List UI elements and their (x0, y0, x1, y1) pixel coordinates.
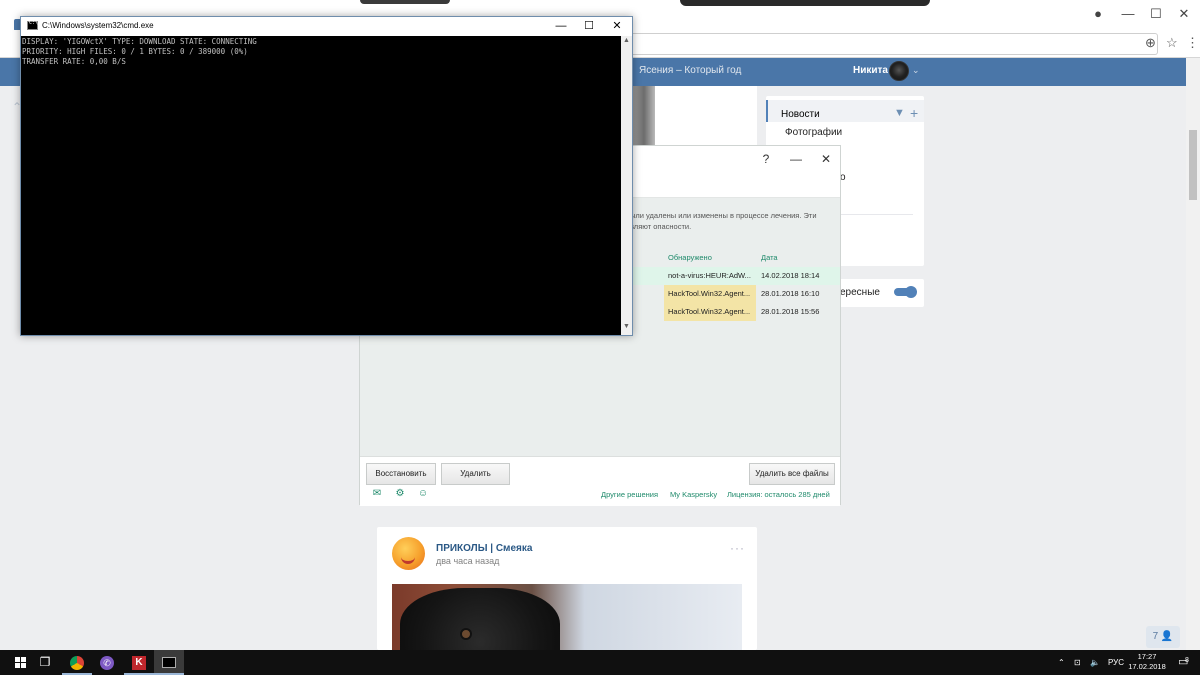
table-row[interactable]: HackTool.Win32.Agent... 28.01.2018 15:56 (622, 303, 840, 321)
account-icon[interactable]: ● (1088, 6, 1108, 22)
date-cell: 14.02.2018 18:14 (761, 271, 820, 280)
clock[interactable]: 17:27 17.02.2018 (1128, 652, 1166, 672)
my-kaspersky-link[interactable]: My Kaspersky (670, 490, 717, 499)
post-image-fragment (633, 86, 655, 146)
console-line: DISPLAY: 'YIGOWctX' TYPE: DOWNLOAD STATE… (22, 37, 257, 46)
chrome-taskbar-icon[interactable] (62, 650, 92, 675)
background-photo-fragment (360, 0, 450, 4)
dog-photo (400, 588, 560, 650)
volume-icon[interactable]: 🔈 (1090, 650, 1100, 675)
friends-online-badge[interactable]: 7 👤 (1146, 626, 1180, 648)
more-options-icon[interactable]: ··· (730, 541, 745, 555)
filter-icon[interactable]: ▼ (894, 107, 905, 119)
date-cell: 28.01.2018 16:10 (761, 289, 820, 298)
console-line: PRIORITY: HIGH FILES: 0 / 1 BYTES: 0 / 3… (22, 47, 248, 56)
plus-icon[interactable]: + (910, 105, 918, 121)
task-view-icon[interactable]: ❐ (30, 650, 60, 675)
scrollbar-thumb[interactable] (1189, 130, 1197, 200)
show-hidden-icons-icon[interactable]: ⌃ (1058, 650, 1065, 675)
cmd-taskbar-icon[interactable] (154, 650, 184, 675)
cmd-app-icon (27, 20, 38, 30)
windows-logo-icon (15, 657, 26, 668)
delete-all-button[interactable]: Удалить все файлы (749, 463, 835, 485)
minimize-button[interactable]: — (547, 18, 575, 34)
network-icon[interactable]: ⊡ (1074, 650, 1081, 675)
scroll-up-icon[interactable]: ▲ (623, 37, 630, 44)
menu-item-news[interactable]: Новости ▼ + (766, 100, 924, 122)
mail-icon[interactable]: ✉ (371, 488, 383, 500)
table-row[interactable]: HackTool.Win32.Agent... 28.01.2018 16:10 (622, 285, 840, 303)
table-row[interactable]: not-a-virus:HEUR:AdW... 14.02.2018 18:14 (622, 267, 840, 285)
kaspersky-footer: Восстановить Удалить Удалить все файлы ✉… (360, 456, 840, 506)
notification-count: 8 (1185, 657, 1189, 664)
column-header-date[interactable]: Дата (761, 253, 778, 262)
post-image[interactable] (392, 584, 742, 650)
chrome-menu-icon[interactable]: ⋮ (1186, 35, 1199, 51)
feed-post: ПРИКОЛЫ | Смеяка два часа назад ··· (377, 527, 757, 650)
restore-button[interactable]: Восстановить (366, 463, 436, 485)
post-timestamp[interactable]: два часа назад (436, 556, 499, 566)
kaspersky-taskbar-icon[interactable]: K (124, 650, 154, 675)
background-photo-fragment (680, 0, 930, 6)
now-playing[interactable]: Ясения – Который год (639, 65, 741, 76)
menu-item-news-label: Новости (781, 109, 820, 120)
language-indicator[interactable]: РУС (1108, 650, 1124, 675)
start-button[interactable] (3, 650, 33, 675)
scroll-down-icon[interactable]: ▼ (623, 323, 630, 330)
toggle-label: ересные (840, 287, 880, 298)
license-link[interactable]: Лицензия: осталось 285 дней (727, 490, 830, 499)
detected-cell: HackTool.Win32.Agent... (664, 285, 756, 303)
bookmark-star-icon[interactable]: ☆ (1166, 35, 1178, 51)
description-line: вляют опасности. (630, 222, 692, 231)
date-cell: 28.01.2018 15:56 (761, 307, 820, 316)
window-title: C:\Windows\system32\cmd.exe (42, 21, 154, 30)
post-author[interactable]: ПРИКОЛЫ | Смеяка (436, 543, 532, 554)
support-icon[interactable]: ☺ (417, 488, 429, 500)
console-scrollbar[interactable]: ▲ ▼ (621, 36, 632, 335)
column-header-detected[interactable]: Обнаружено (668, 253, 712, 262)
menu-item-photos[interactable]: Фотографии (785, 127, 842, 138)
help-button[interactable]: ? (756, 152, 776, 168)
viber-taskbar-icon[interactable]: ✆ (92, 650, 122, 675)
maximize-button[interactable]: ☐ (575, 18, 603, 34)
delete-button[interactable]: Удалить (441, 463, 510, 485)
minimize-button[interactable]: — (1118, 6, 1138, 22)
close-button[interactable]: ✕ (1174, 6, 1194, 22)
maximize-button[interactable]: ☐ (1146, 6, 1166, 22)
user-name[interactable]: Никита (853, 65, 888, 76)
dog-eye (460, 628, 472, 640)
console-output[interactable]: DISPLAY: 'YIGOWctX' TYPE: DOWNLOAD STATE… (21, 36, 621, 335)
close-button[interactable]: ✕ (603, 18, 631, 34)
detected-cell: not-a-virus:HEUR:AdW... (664, 267, 756, 285)
chevron-down-icon[interactable]: ⌄ (912, 65, 920, 76)
avatar[interactable] (889, 61, 909, 81)
console-line: TRANSFER RATE: 0,00 B/S (22, 57, 126, 66)
panel-spacer (360, 446, 840, 456)
other-solutions-link[interactable]: Другие решения (601, 490, 658, 499)
close-button[interactable]: ✕ (816, 152, 836, 168)
clock-time: 17:27 (1137, 652, 1157, 661)
settings-icon[interactable]: ⚙ (394, 488, 406, 500)
description-line: ыли удалены или изменены в процессе лече… (630, 211, 817, 220)
page-scrollbar[interactable] (1186, 58, 1200, 650)
community-avatar[interactable] (392, 537, 425, 570)
quarantine-description: ыли удалены или изменены в процессе лече… (630, 210, 835, 232)
cmd-titlebar[interactable]: C:\Windows\system32\cmd.exe — ☐ ✕ (21, 17, 632, 36)
detected-cell: HackTool.Win32.Agent... (664, 303, 756, 321)
windows-taskbar: ❐ ✆ K ⌃ ⊡ 🔈 РУС 17:27 17.02.2018 ▭ 8 (0, 650, 1200, 675)
interesting-toggle[interactable] (894, 286, 917, 298)
minimize-button[interactable]: — (786, 152, 806, 168)
clock-date: 17.02.2018 (1128, 662, 1166, 671)
zoom-icon[interactable]: ⊕ (1145, 35, 1156, 51)
omnibox-input[interactable] (630, 33, 1158, 55)
cmd-window: C:\Windows\system32\cmd.exe — ☐ ✕ DISPLA… (20, 16, 633, 336)
